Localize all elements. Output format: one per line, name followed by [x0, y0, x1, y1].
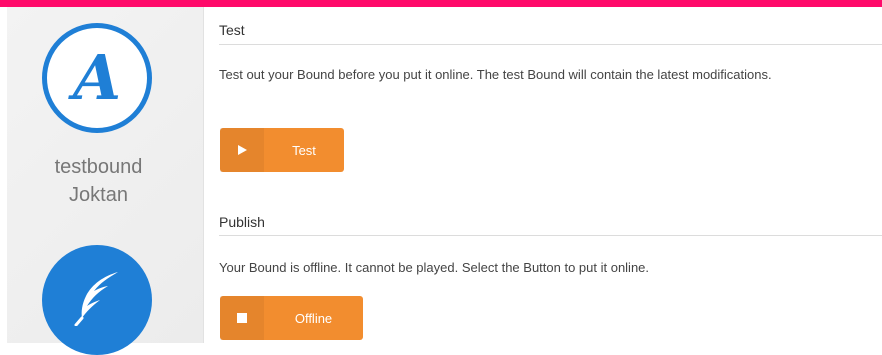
test-divider — [219, 44, 882, 45]
publish-divider — [219, 235, 882, 236]
owner-name: Joktan — [69, 184, 128, 206]
left-edge — [0, 7, 7, 343]
offline-button-label: Offline — [294, 310, 333, 326]
test-button[interactable]: Test — [220, 128, 344, 172]
test-description: Test out your Bound before you put it on… — [219, 67, 772, 82]
edit-bound-button[interactable] — [42, 245, 152, 355]
play-icon — [220, 128, 264, 172]
publish-description: Your Bound is offline. It cannot be play… — [219, 260, 650, 275]
bound-logo-letter: A — [72, 41, 122, 114]
feather-icon — [74, 270, 120, 331]
stop-icon — [220, 296, 264, 340]
bound-name: testbound — [54, 156, 143, 178]
sidebar: A testbound Joktan — [7, 7, 204, 355]
top-accent-bar — [0, 0, 882, 7]
publish-section-title: Publish — [219, 214, 265, 230]
offline-toggle-button[interactable]: Offline — [220, 296, 363, 340]
test-button-label: Test — [292, 142, 316, 158]
bound-logo[interactable]: A — [42, 23, 152, 133]
test-section-title: Test — [219, 22, 245, 38]
